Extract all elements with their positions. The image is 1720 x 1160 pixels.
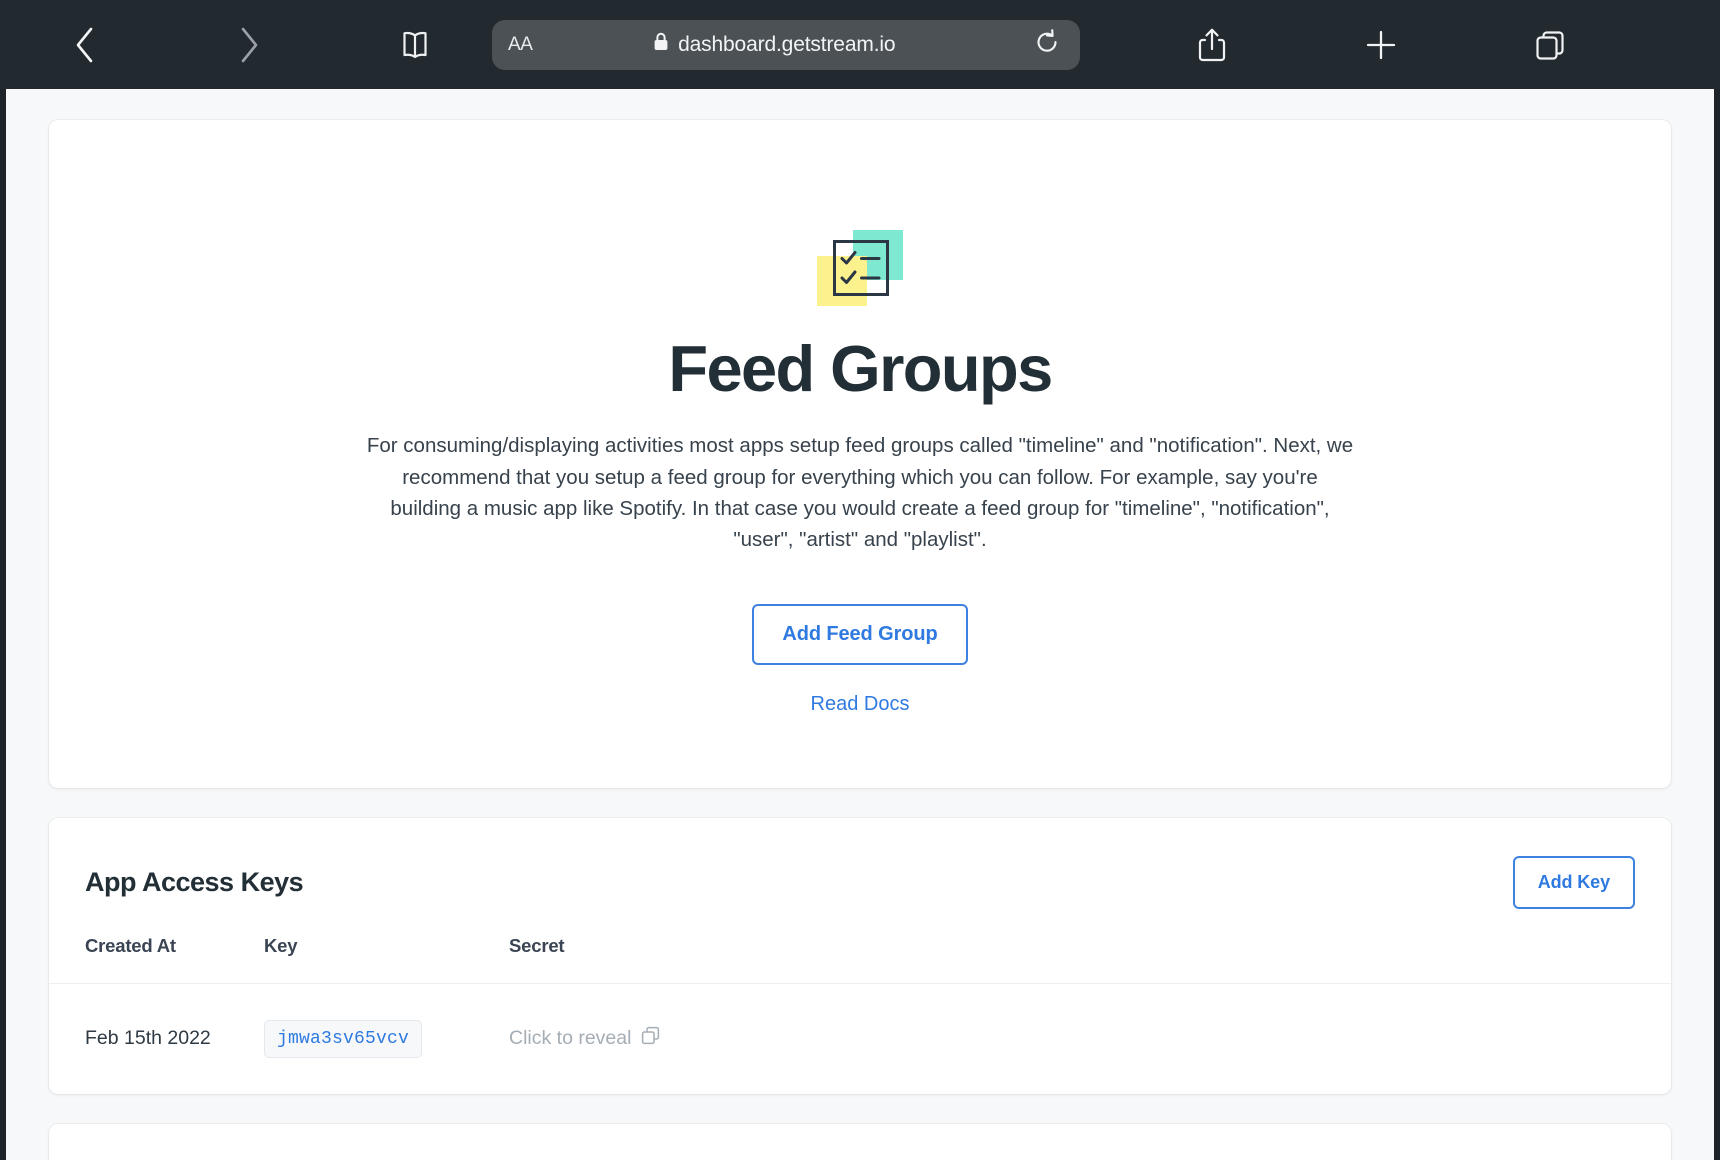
app-access-keys-card: App Access Keys Add Key Created At Key S… bbox=[49, 817, 1671, 1094]
reload-button[interactable] bbox=[1030, 28, 1064, 62]
api-key-chip[interactable]: jmwa3sv65vcv bbox=[264, 1019, 423, 1058]
new-tab-button[interactable] bbox=[1354, 18, 1408, 72]
app-access-keys-title: App Access Keys bbox=[85, 866, 304, 897]
table-row: Feb 15th 2022 jmwa3sv65vcv Click to reve… bbox=[49, 983, 1671, 1094]
forward-button[interactable] bbox=[222, 18, 276, 72]
column-header-key: Key bbox=[264, 934, 298, 956]
access-keys-table: Created At Key Secret Feb 15th 2022 jmwa… bbox=[49, 935, 1671, 1094]
read-docs-link[interactable]: Read Docs bbox=[49, 693, 1671, 716]
lock-icon bbox=[653, 32, 669, 57]
chevron-right-icon bbox=[236, 25, 262, 65]
bookmarks-button[interactable] bbox=[388, 18, 442, 72]
app-access-keys-header: App Access Keys Add Key bbox=[49, 818, 1671, 909]
column-header-secret: Secret bbox=[509, 934, 565, 956]
checklist-icon bbox=[817, 224, 903, 310]
table-header-row: Created At Key Secret bbox=[49, 935, 1671, 984]
next-section-card bbox=[49, 1123, 1671, 1160]
add-feed-group-button[interactable]: Add Feed Group bbox=[752, 603, 968, 665]
cell-secret: Click to reveal bbox=[509, 983, 1671, 1094]
url-text: dashboard.getstream.io bbox=[678, 32, 896, 56]
address-bar[interactable]: AA dashboard.getstream.io bbox=[492, 19, 1080, 70]
share-button[interactable] bbox=[1185, 18, 1239, 72]
cell-key: jmwa3sv65vcv bbox=[264, 983, 509, 1094]
page-title: Feed Groups bbox=[668, 332, 1053, 405]
share-icon bbox=[1196, 26, 1228, 64]
page-description: For consuming/displaying activities most… bbox=[366, 434, 1354, 552]
book-icon bbox=[398, 28, 432, 62]
cell-created-at: Feb 15th 2022 bbox=[85, 1027, 211, 1050]
column-header-created-at: Created At bbox=[85, 934, 176, 956]
copy-icon bbox=[641, 1026, 660, 1051]
chevron-left-icon bbox=[72, 25, 98, 65]
reload-icon bbox=[1033, 28, 1061, 61]
page-content: Feed Groups For consuming/displaying act… bbox=[6, 89, 1714, 1160]
browser-toolbar: AA dashboard.getstream.io bbox=[0, 0, 1720, 89]
url-display[interactable]: dashboard.getstream.io bbox=[519, 32, 1030, 57]
back-button[interactable] bbox=[58, 18, 112, 72]
tabs-icon bbox=[1533, 28, 1567, 62]
reveal-secret-label: Click to reveal bbox=[509, 1027, 632, 1050]
show-tabs-button[interactable] bbox=[1523, 18, 1577, 72]
reveal-secret-button[interactable]: Click to reveal bbox=[509, 1026, 660, 1051]
feed-groups-empty-state-card: Feed Groups For consuming/displaying act… bbox=[49, 120, 1671, 788]
checklist-icon-marks bbox=[840, 251, 881, 284]
plus-icon bbox=[1364, 28, 1398, 62]
add-key-button[interactable]: Add Key bbox=[1512, 855, 1635, 909]
